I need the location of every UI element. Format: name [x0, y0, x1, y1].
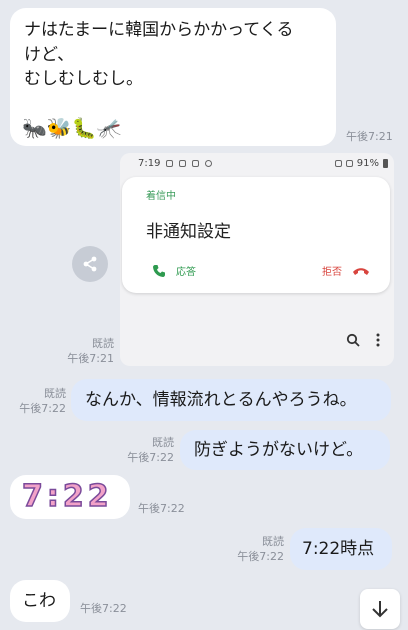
incoming-message[interactable]: ナはたまーに韓国からかかってくる けど、 むしむしむし。 🐜 🐝 🐛 🦟 [10, 8, 336, 146]
screenshot-toolbar [346, 333, 380, 347]
bee-emoji: 🐝 [46, 116, 72, 140]
search-icon [346, 333, 360, 347]
message-text-line: ナはたまーに韓国からかかってくる [24, 20, 294, 40]
phone-status-bar: 7:19 91% [120, 153, 394, 173]
read-label: 既読 [262, 535, 284, 548]
message-text-line: けど、 [24, 44, 75, 65]
notification-icon [179, 159, 187, 167]
scroll-to-bottom-button[interactable] [360, 589, 400, 629]
message-time: 午後7:22 [127, 450, 174, 464]
message-time: 午後7:22 [19, 401, 66, 415]
hang-up-icon [353, 267, 369, 275]
read-receipt: 既読 午後7:21 [60, 337, 114, 367]
battery-level: 91% [356, 157, 379, 169]
read-receipt: 既読 午後7:22 [118, 436, 174, 466]
time-sticker-text: 7:22 [21, 479, 113, 515]
incoming-message[interactable]: こわ [10, 580, 70, 622]
message-text: 7:22時点 [302, 539, 375, 559]
status-right: 91% [334, 157, 388, 169]
share-button[interactable] [72, 246, 108, 282]
more-vertical-icon [376, 333, 380, 347]
read-receipt: 既読 午後7:22 [10, 387, 66, 417]
ant-emoji: 🐜 [22, 116, 47, 140]
message-time: 午後7:22 [138, 502, 185, 515]
read-label: 既読 [92, 337, 114, 350]
signal-icon [345, 159, 353, 167]
share-icon [83, 256, 97, 272]
read-label: 既読 [44, 387, 66, 400]
arrow-down-icon [372, 601, 388, 618]
status-time: 7:19 [138, 157, 161, 169]
message-text: なんか、情報流れとるんやろうね。 [85, 390, 357, 410]
wifi-icon [334, 159, 342, 167]
caller-name: 非通知設定 [146, 222, 231, 242]
mosquito-emoji: 🦟 [96, 116, 122, 140]
incoming-call-label: 着信中 [146, 191, 176, 202]
read-label: 既読 [152, 436, 174, 449]
outgoing-message[interactable]: なんか、情報流れとるんやろうね。 [71, 379, 391, 421]
phone-icon [153, 264, 165, 277]
decline-label: 拒否 [322, 267, 342, 278]
message-time: 午後7:22 [80, 602, 127, 615]
message-text: こわ [22, 591, 56, 611]
message-time: 午後7:21 [346, 130, 393, 143]
caterpillar-emoji: 🐛 [71, 116, 97, 140]
message-text: 防ぎようがないけど。 [194, 440, 364, 460]
emoji-row: 🐜 🐝 🐛 🦟 [22, 114, 122, 143]
battery-icon [383, 158, 388, 168]
notification-icon [192, 159, 200, 167]
message-time: 午後7:21 [67, 351, 114, 365]
message-time: 午後7:22 [237, 549, 284, 563]
notification-icon [205, 159, 213, 167]
answer-label: 応答 [176, 267, 196, 278]
decline-button: 拒否 [322, 263, 370, 278]
screenshot-image-message[interactable]: 7:19 91% 着信中 非通知設定 応答 拒否 [120, 153, 394, 366]
outgoing-message[interactable]: 7:22時点 [290, 528, 392, 570]
answer-button: 応答 [152, 263, 196, 278]
incoming-image-message[interactable]: 7:22 [10, 475, 130, 519]
outgoing-message[interactable]: 防ぎようがないけど。 [180, 430, 390, 470]
incoming-call-card: 着信中 非通知設定 応答 拒否 [122, 177, 390, 293]
read-receipt: 既読 午後7:22 [228, 535, 284, 565]
message-text-line: むしむしむし。 [24, 69, 143, 90]
notification-icon [166, 159, 174, 167]
